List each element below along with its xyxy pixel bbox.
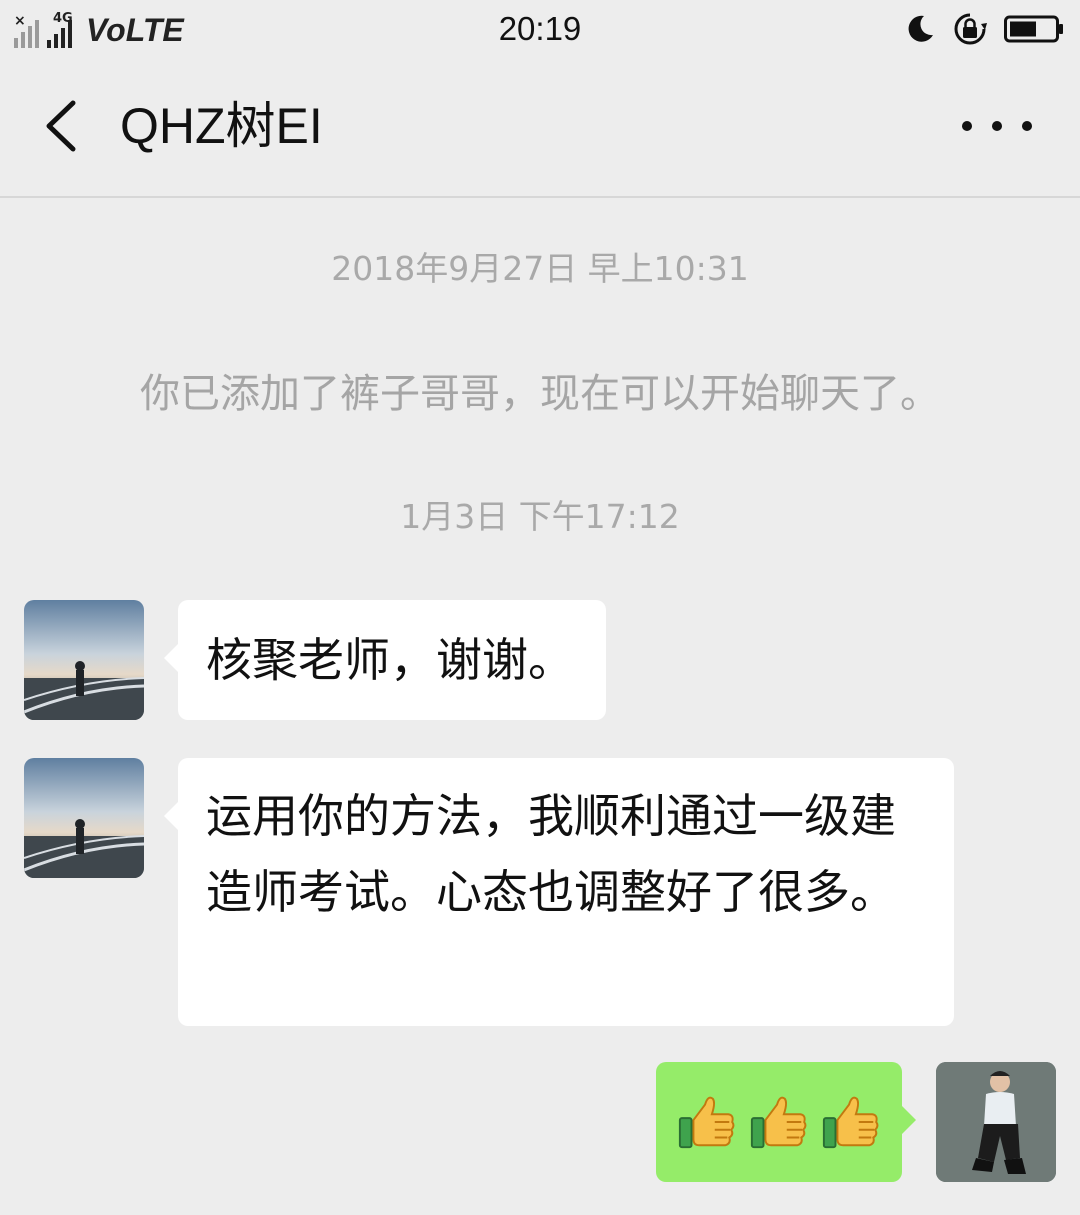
back-button[interactable] bbox=[30, 94, 90, 158]
thumbs-up-icon bbox=[750, 1096, 807, 1149]
system-message: 你已添加了裤子哥哥，现在可以开始聊天了。 bbox=[140, 371, 940, 417]
contact-avatar[interactable] bbox=[24, 600, 144, 720]
chat-screen: × 4G VoLTE 20:19 QHZ树EI 2018年9月27日 早上10:… bbox=[0, 0, 1080, 1215]
avatar-image bbox=[936, 1062, 1056, 1182]
status-bar: × 4G VoLTE 20:19 bbox=[0, 0, 1080, 58]
timestamp: 1月3日 下午17:12 bbox=[400, 497, 680, 536]
rotation-lock-icon bbox=[954, 13, 987, 45]
message-bubble-incoming[interactable]: 核聚老师，谢谢。 bbox=[164, 600, 606, 720]
thumbs-up-icon bbox=[678, 1096, 735, 1149]
more-button[interactable] bbox=[962, 98, 1032, 154]
chat-title: QHZ树EI bbox=[120, 98, 323, 154]
moon-icon bbox=[908, 15, 933, 42]
message-bubble-incoming[interactable]: 运用你的方法，我顺利通过一级建造师考试。心态也调整好了很多。 bbox=[164, 758, 954, 1026]
thumbs-up-icon bbox=[822, 1096, 879, 1149]
avatar-image bbox=[24, 758, 144, 878]
timestamp: 2018年9月27日 早上10:31 bbox=[331, 249, 749, 288]
back-icon bbox=[46, 100, 76, 152]
more-icon bbox=[962, 121, 972, 131]
battery-icon bbox=[1004, 15, 1063, 43]
contact-avatar[interactable] bbox=[24, 758, 144, 878]
chat-header: QHZ树EI bbox=[0, 58, 1080, 198]
my-avatar[interactable] bbox=[936, 1062, 1056, 1182]
message-bubble-outgoing[interactable] bbox=[656, 1062, 916, 1182]
avatar-image bbox=[24, 600, 144, 720]
status-right bbox=[904, 10, 1064, 48]
